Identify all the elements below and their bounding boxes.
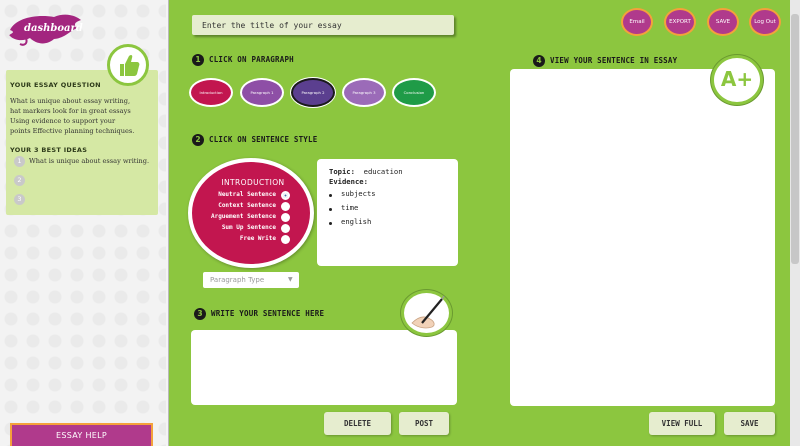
- paragraph-conclusion-button[interactable]: Conclusion: [392, 78, 436, 107]
- style-option-sum-up[interactable]: Sum Up Sentence: [196, 223, 292, 234]
- delete-button[interactable]: DELETE: [324, 412, 391, 435]
- evidence-label: Evidence:: [329, 177, 368, 186]
- style-option-neutral[interactable]: Neutral Sentence: [196, 190, 292, 201]
- style-option-argument[interactable]: Arguement Sentence: [196, 212, 292, 223]
- best-ideas-heading: YOUR 3 BEST IDEAS: [10, 146, 88, 154]
- view-full-button[interactable]: VIEW FULL: [649, 412, 715, 435]
- pen-hand-icon: [401, 290, 452, 336]
- export-button[interactable]: EXPORT: [664, 8, 696, 36]
- thumbs-up-icon: [107, 44, 149, 86]
- idea-text: What is unique about essay writing.: [29, 157, 150, 165]
- sentence-style-title: INTRODUCTION: [221, 178, 285, 187]
- paragraph-type-select[interactable]: Paragraph Type: [203, 272, 299, 288]
- email-button[interactable]: Email: [621, 8, 653, 36]
- chevron-down-icon: ▼: [288, 276, 293, 283]
- bullet-icon: [329, 194, 332, 197]
- evidence-item: time: [341, 203, 359, 212]
- evidence-item: english: [341, 217, 372, 226]
- paragraph-introduction-button[interactable]: Introduction: [189, 78, 233, 107]
- radio-icon: [281, 213, 290, 222]
- idea-number: 3: [14, 194, 25, 205]
- style-option-context[interactable]: Context Sentence: [196, 201, 292, 212]
- logo-text: dashboard: [24, 23, 83, 34]
- topic-line: Topic: education: [329, 167, 403, 176]
- essay-preview-panel: [510, 69, 775, 406]
- idea-number: 2: [14, 175, 25, 186]
- essay-question-panel: [6, 70, 158, 215]
- radio-icon: [281, 235, 290, 244]
- scrollbar-thumb[interactable]: [791, 14, 799, 264]
- style-option-free-write[interactable]: Free Write: [196, 234, 292, 245]
- logout-button[interactable]: Log Out: [749, 8, 781, 36]
- paragraph-2-button[interactable]: Paragraph 2: [291, 78, 335, 107]
- paragraph-3-button[interactable]: Paragraph 3: [342, 78, 386, 107]
- evidence-item: subjects: [341, 189, 376, 198]
- essay-help-button[interactable]: ESSAY HELP: [10, 423, 153, 446]
- radio-icon: [281, 202, 290, 211]
- essay-question-text: What is unique about essay writing, hat …: [10, 97, 135, 135]
- a-plus-badge-icon: A+: [711, 55, 763, 105]
- radio-icon: [281, 191, 290, 200]
- bullet-icon: [329, 208, 332, 211]
- paragraph-1-button[interactable]: Paragraph 1: [240, 78, 284, 107]
- radio-icon: [281, 224, 290, 233]
- idea-number: 1: [14, 156, 25, 167]
- save-top-button[interactable]: SAVE: [707, 8, 739, 36]
- sentence-input[interactable]: [191, 330, 457, 405]
- bullet-icon: [329, 222, 332, 225]
- essay-question-heading: YOUR ESSAY QUESTION: [10, 81, 101, 89]
- dashboard-logo[interactable]: dashboard: [6, 8, 86, 48]
- save-button[interactable]: SAVE: [724, 412, 775, 435]
- post-button[interactable]: POST: [399, 412, 449, 435]
- essay-title-input[interactable]: [192, 15, 454, 35]
